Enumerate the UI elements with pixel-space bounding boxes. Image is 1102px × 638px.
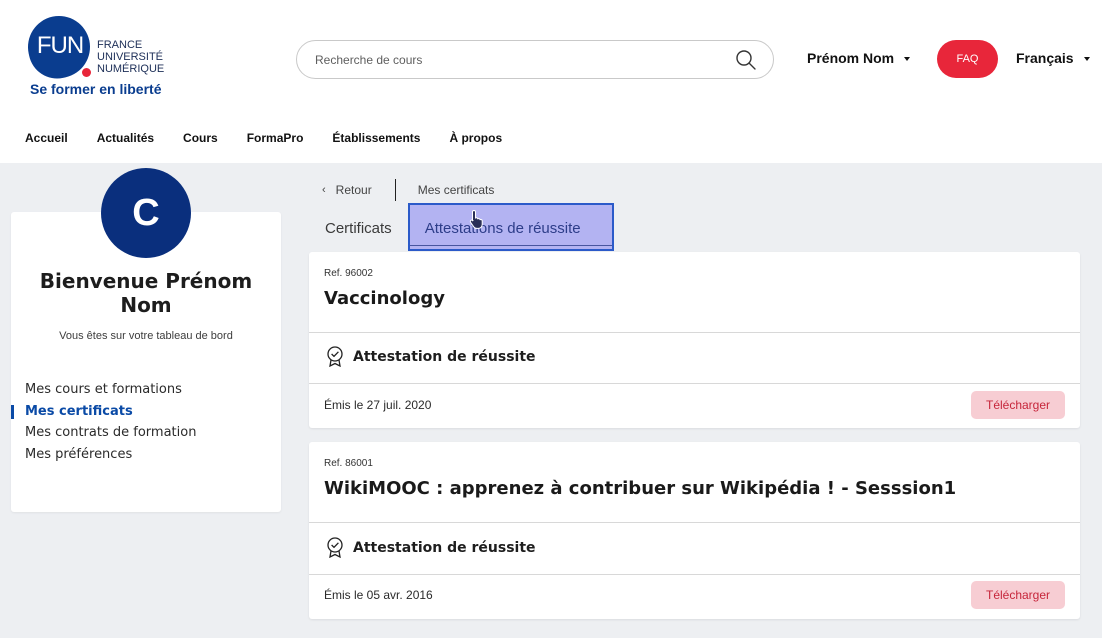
certificate-type: Attestation de réussite bbox=[326, 537, 536, 558]
card-divider bbox=[309, 522, 1080, 523]
nav-item-etablissements[interactable]: Établissements bbox=[332, 131, 420, 145]
logo-line-1: FRANCE bbox=[97, 39, 143, 51]
caret-down-icon bbox=[904, 57, 911, 62]
main-nav: Accueil Actualités Cours FormaPro Établi… bbox=[25, 131, 531, 145]
logo-line-3: NUMÉRIQUE bbox=[97, 63, 165, 75]
download-button[interactable]: Télécharger bbox=[971, 391, 1065, 419]
dashboard-menu: Mes cours et formations Mes certificats … bbox=[10, 379, 196, 466]
dashboard-subtitle: Vous êtes sur votre tableau de bord bbox=[59, 330, 233, 342]
logo-line-2: UNIVERSITÉ bbox=[97, 51, 164, 63]
breadcrumb-divider bbox=[394, 179, 396, 201]
certificate-title: Vaccinology bbox=[324, 288, 445, 309]
breadcrumb: ‹ Retour Mes certificats bbox=[322, 179, 494, 201]
avatar: C bbox=[101, 168, 191, 258]
certificate-card: Ref. 96002 Vaccinology Attestation de ré… bbox=[309, 252, 1080, 428]
logo-tagline: Se former en liberté bbox=[30, 81, 162, 97]
search-input[interactable] bbox=[315, 50, 715, 70]
certificate-badge-icon bbox=[327, 346, 343, 367]
logo-text: FRANCE UNIVERSITÉ NUMÉRIQUE bbox=[97, 39, 164, 75]
card-divider bbox=[309, 332, 1080, 333]
faq-button[interactable]: FAQ bbox=[937, 40, 998, 78]
dashboard-main: C Bienvenue Prénom Nom Vous êtes sur vot… bbox=[0, 163, 1102, 638]
nav-item-accueil[interactable]: Accueil bbox=[25, 131, 68, 145]
nav-item-cours[interactable]: Cours bbox=[183, 131, 218, 145]
hand-cursor-icon bbox=[469, 209, 483, 229]
tab-certificats[interactable]: Certificats bbox=[309, 203, 408, 251]
card-divider bbox=[309, 574, 1080, 575]
menu-item-courses[interactable]: Mes cours et formations bbox=[25, 379, 196, 401]
nav-item-a-propos[interactable]: À propos bbox=[449, 131, 502, 145]
tab-attestations[interactable]: Attestations de réussite bbox=[407, 203, 614, 251]
nav-item-actualites[interactable]: Actualités bbox=[97, 131, 154, 145]
certificate-title: WikiMOOC : apprenez à contribuer sur Wik… bbox=[324, 478, 957, 499]
back-link[interactable]: ‹ Retour bbox=[322, 183, 372, 197]
download-button[interactable]: Télécharger bbox=[971, 581, 1065, 609]
user-name: Prénom Nom bbox=[807, 50, 895, 66]
welcome-heading: Bienvenue Prénom Nom bbox=[39, 269, 253, 317]
search-bar[interactable] bbox=[296, 40, 774, 79]
user-menu[interactable]: Prénom Nom bbox=[807, 50, 911, 66]
certificate-date: Émis le 05 avr. 2016 bbox=[324, 588, 433, 602]
certificate-type: Attestation de réussite bbox=[326, 346, 536, 367]
certificate-badge-icon bbox=[327, 537, 343, 558]
profile-card: C Bienvenue Prénom Nom Vous êtes sur vot… bbox=[10, 168, 281, 512]
caret-down-icon bbox=[1083, 57, 1090, 62]
certificate-date: Émis le 27 juil. 2020 bbox=[324, 398, 432, 412]
menu-item-preferences[interactable]: Mes préférences bbox=[25, 444, 196, 466]
search-icon[interactable] bbox=[735, 49, 757, 71]
logo-dot bbox=[82, 68, 91, 77]
language-label: Français bbox=[1016, 50, 1074, 66]
nav-item-formapro[interactable]: FormaPro bbox=[247, 131, 304, 145]
certificate-ref: Ref. 86001 bbox=[324, 458, 373, 469]
certificate-card: Ref. 86001 WikiMOOC : apprenez à contrib… bbox=[309, 442, 1080, 619]
language-selector[interactable]: Français bbox=[1016, 50, 1090, 66]
certificate-tabs: Certificats Attestations de réussite bbox=[309, 203, 614, 251]
back-label: Retour bbox=[335, 183, 372, 197]
card-divider bbox=[309, 383, 1080, 384]
menu-item-contracts[interactable]: Mes contrats de formation bbox=[25, 422, 196, 444]
certificate-type-label: Attestation de réussite bbox=[353, 348, 536, 365]
site-header: FUN FRANCE UNIVERSITÉ NUMÉRIQUE Se forme… bbox=[0, 0, 1102, 163]
certificate-type-label: Attestation de réussite bbox=[353, 539, 536, 556]
chevron-left-icon: ‹ bbox=[322, 184, 326, 196]
fun-logo[interactable]: FUN FRANCE UNIVERSITÉ NUMÉRIQUE Se forme… bbox=[22, 10, 188, 102]
logo-mark: FUN bbox=[36, 32, 84, 59]
menu-item-certificates[interactable]: Mes certificats bbox=[10, 401, 196, 423]
breadcrumb-current: Mes certificats bbox=[417, 183, 495, 197]
certificate-ref: Ref. 96002 bbox=[324, 268, 373, 279]
